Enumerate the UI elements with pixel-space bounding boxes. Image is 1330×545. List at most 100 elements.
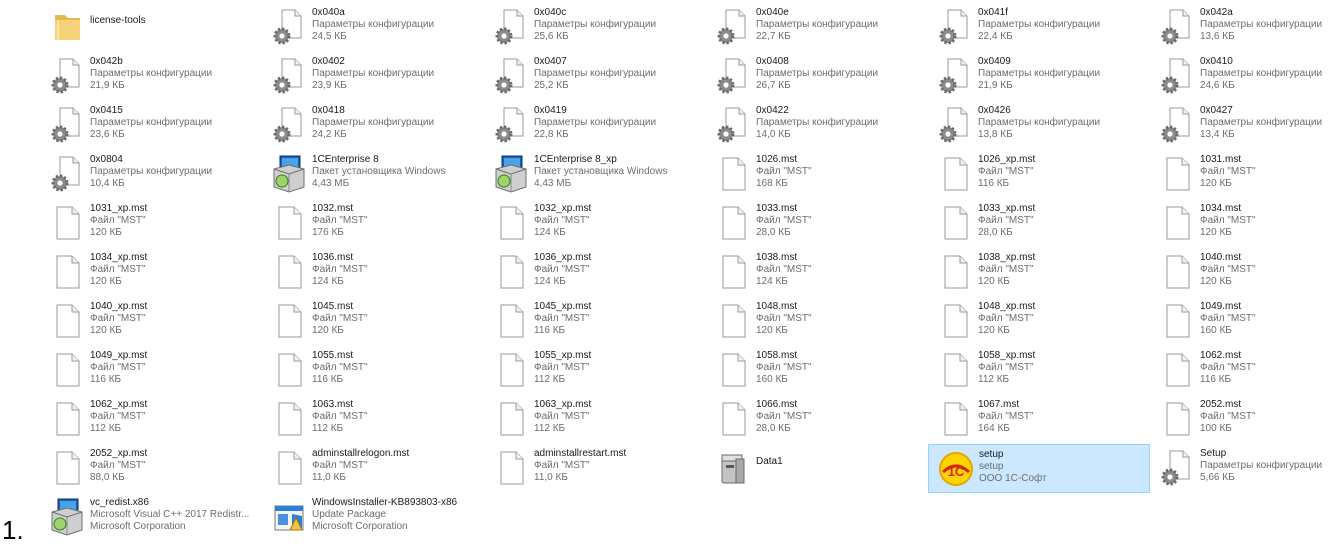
file-item-text: 1031_xp.mst Файл "MST" 120 КБ <box>90 203 258 239</box>
file-item-1033-xp-mst[interactable]: 1033_xp.mst Файл "MST" 28,0 КБ <box>928 199 1150 248</box>
file-item-1026-xp-mst[interactable]: 1026_xp.mst Файл "MST" 116 КБ <box>928 150 1150 199</box>
file-size: 112 КБ <box>534 423 566 434</box>
file-item-0x0415[interactable]: 0x0415 Параметры конфигурации 23,6 КБ <box>40 101 262 150</box>
file-item-vc-redist-x86[interactable]: vc_redist.x86 Microsoft Visual C++ 2017 R… <box>40 493 262 542</box>
config-file-icon <box>268 104 310 146</box>
file-item-0x0804[interactable]: 0x0804 Параметры конфигурации 10,4 КБ <box>40 150 262 199</box>
file-size: 120 КБ <box>1200 276 1232 287</box>
file-item-1centerprise-8-xp[interactable]: 1CEnterprise 8_xp Пакет установщика Windo… <box>484 150 706 199</box>
file-name: setup <box>979 449 1004 460</box>
file-item-0x0419[interactable]: 0x0419 Параметры конфигурации 22,8 КБ <box>484 101 706 150</box>
file-item-windowsinstaller-kb893803-x86[interactable]: WindowsInstaller-KB893803-x86 Update Pack… <box>262 493 484 542</box>
file-item-1031-xp-mst[interactable]: 1031_xp.mst Файл "MST" 120 КБ <box>40 199 262 248</box>
file-type: Параметры конфигурации <box>978 19 1101 30</box>
file-item-1063-xp-mst[interactable]: 1063_xp.mst Файл "MST" 112 КБ <box>484 395 706 444</box>
file-type: Параметры конфигурации <box>90 166 213 177</box>
folder-icon <box>46 6 88 48</box>
file-item-0x0402[interactable]: 0x0402 Параметры конфигурации 23,9 КБ <box>262 52 484 101</box>
file-item-0x040a[interactable]: 0x040a Параметры конфигурации 24,5 КБ <box>262 3 484 52</box>
file-item-1034-xp-mst[interactable]: 1034_xp.mst Файл "MST" 120 КБ <box>40 248 262 297</box>
file-item-0x0410[interactable]: 0x0410 Параметры конфигурации 24,6 КБ <box>1150 52 1330 101</box>
file-item-1031-mst[interactable]: 1031.mst Файл "MST" 120 КБ <box>1150 150 1330 199</box>
file-item-1048-mst[interactable]: 1048.mst Файл "MST" 120 КБ <box>706 297 928 346</box>
file-item-2052-xp-mst[interactable]: 2052_xp.mst Файл "MST" 88,0 КБ <box>40 444 262 493</box>
file-name: 1034.mst <box>1200 203 1242 214</box>
file-item-0x0407[interactable]: 0x0407 Параметры конфигурации 25,2 КБ <box>484 52 706 101</box>
file-item-adminstallrestart-mst[interactable]: adminstallrestart.mst Файл "MST" 11,0 КБ <box>484 444 706 493</box>
file-item-1034-mst[interactable]: 1034.mst Файл "MST" 120 КБ <box>1150 199 1330 248</box>
blank-file-icon <box>1156 349 1198 391</box>
file-size: 112 КБ <box>312 423 344 434</box>
file-item-0x0418[interactable]: 0x0418 Параметры конфигурации 24,2 КБ <box>262 101 484 150</box>
file-item-1045-mst[interactable]: 1045.mst Файл "MST" 120 КБ <box>262 297 484 346</box>
file-type: Update Package <box>312 509 386 520</box>
file-item-1062-mst[interactable]: 1062.mst Файл "MST" 116 КБ <box>1150 346 1330 395</box>
file-item-license-tools[interactable]: license-tools <box>40 3 262 52</box>
file-item-1033-mst[interactable]: 1033.mst Файл "MST" 28,0 КБ <box>706 199 928 248</box>
blank-file-icon <box>46 349 88 391</box>
file-item-1040-xp-mst[interactable]: 1040_xp.mst Файл "MST" 120 КБ <box>40 297 262 346</box>
config-file-icon <box>1156 447 1198 489</box>
file-item-1038-mst[interactable]: 1038.mst Файл "MST" 124 КБ <box>706 248 928 297</box>
file-item-0x040e[interactable]: 0x040e Параметры конфигурации 22,7 КБ <box>706 3 928 52</box>
file-item-adminstallrelogon-mst[interactable]: adminstallrelogon.mst Файл "MST" 11,0 КБ <box>262 444 484 493</box>
file-item-1048-xp-mst[interactable]: 1048_xp.mst Файл "MST" 120 КБ <box>928 297 1150 346</box>
file-item-setup[interactable]: Setup Параметры конфигурации 5,66 КБ <box>1150 444 1330 493</box>
file-item-1067-mst[interactable]: 1067.mst Файл "MST" 164 КБ <box>928 395 1150 444</box>
file-item-1036-mst[interactable]: 1036.mst Файл "MST" 124 КБ <box>262 248 484 297</box>
file-item-0x042a[interactable]: 0x042a Параметры конфигурации 13,6 КБ <box>1150 3 1330 52</box>
blank-file-icon <box>268 251 310 293</box>
file-item-1049-xp-mst[interactable]: 1049_xp.mst Файл "MST" 116 КБ <box>40 346 262 395</box>
file-item-1026-mst[interactable]: 1026.mst Файл "MST" 168 КБ <box>706 150 928 199</box>
file-item-0x0426[interactable]: 0x0426 Параметры конфигурации 13,8 КБ <box>928 101 1150 150</box>
file-item-1058-xp-mst[interactable]: 1058_xp.mst Файл "MST" 112 КБ <box>928 346 1150 395</box>
file-name: 0x042b <box>90 56 123 67</box>
file-item-1centerprise-8[interactable]: 1CEnterprise 8 Пакет установщика Windows 4… <box>262 150 484 199</box>
file-item-1063-mst[interactable]: 1063.mst Файл "MST" 112 КБ <box>262 395 484 444</box>
file-item-1049-mst[interactable]: 1049.mst Файл "MST" 160 КБ <box>1150 297 1330 346</box>
file-name: 0x0419 <box>534 105 567 116</box>
config-file-icon <box>268 55 310 97</box>
blank-file-icon <box>934 349 976 391</box>
file-item-text: 2052_xp.mst Файл "MST" 88,0 КБ <box>90 448 258 484</box>
file-item-0x040c[interactable]: 0x040c Параметры конфигурации 25,6 КБ <box>484 3 706 52</box>
file-item-0x0409[interactable]: 0x0409 Параметры конфигурации 21,9 КБ <box>928 52 1150 101</box>
file-item-0x041f[interactable]: 0x041f Параметры конфигурации 22,4 КБ <box>928 3 1150 52</box>
blank-file-icon <box>712 398 754 440</box>
file-size: 164 КБ <box>978 423 1010 434</box>
file-name: 0x040c <box>534 7 567 18</box>
file-item-0x0422[interactable]: 0x0422 Параметры конфигурации 14,0 КБ <box>706 101 928 150</box>
file-name: 0x041f <box>978 7 1009 18</box>
file-name: 1058_xp.mst <box>978 350 1036 361</box>
file-item-0x042b[interactable]: 0x042b Параметры конфигурации 21,9 КБ <box>40 52 262 101</box>
file-item-1038-xp-mst[interactable]: 1038_xp.mst Файл "MST" 120 КБ <box>928 248 1150 297</box>
file-grid: license-tools 0x040a Параметры конфигураци… <box>40 3 1330 542</box>
config-file-icon <box>268 6 310 48</box>
file-type: Пакет установщика Windows <box>534 166 668 177</box>
file-name: WindowsInstaller-KB893803-x86 <box>312 497 458 508</box>
file-type: Параметры конфигурации <box>534 68 657 79</box>
file-item-setup[interactable]: 1С setup setup ООО 1С-Софт <box>928 444 1150 493</box>
file-item-text: 0x0804 Параметры конфигурации 10,4 КБ <box>90 154 258 190</box>
file-item-1032-mst[interactable]: 1032.mst Файл "MST" 176 КБ <box>262 199 484 248</box>
file-name: 0x0408 <box>756 56 789 67</box>
file-item-0x0408[interactable]: 0x0408 Параметры конфигурации 26,7 КБ <box>706 52 928 101</box>
file-item-2052-mst[interactable]: 2052.mst Файл "MST" 100 КБ <box>1150 395 1330 444</box>
file-size: 112 КБ <box>534 374 566 385</box>
file-item-1032-xp-mst[interactable]: 1032_xp.mst Файл "MST" 124 КБ <box>484 199 706 248</box>
file-item-1055-mst[interactable]: 1055.mst Файл "MST" 116 КБ <box>262 346 484 395</box>
file-item-1045-xp-mst[interactable]: 1045_xp.mst Файл "MST" 116 КБ <box>484 297 706 346</box>
file-name: Setup <box>1200 448 1227 459</box>
file-type: Файл "MST" <box>534 313 590 324</box>
file-item-1036-xp-mst[interactable]: 1036_xp.mst Файл "MST" 124 КБ <box>484 248 706 297</box>
file-item-1062-xp-mst[interactable]: 1062_xp.mst Файл "MST" 112 КБ <box>40 395 262 444</box>
file-name: 0x0804 <box>90 154 123 165</box>
file-item-0x0427[interactable]: 0x0427 Параметры конфигурации 13,4 КБ <box>1150 101 1330 150</box>
file-item-1058-mst[interactable]: 1058.mst Файл "MST" 160 КБ <box>706 346 928 395</box>
file-item-1055-xp-mst[interactable]: 1055_xp.mst Файл "MST" 112 КБ <box>484 346 706 395</box>
file-item-text: vc_redist.x86 Microsoft Visual C++ 2017 R… <box>90 497 258 533</box>
file-item-data1[interactable]: Data1 <box>706 444 928 493</box>
file-item-1040-mst[interactable]: 1040.mst Файл "MST" 120 КБ <box>1150 248 1330 297</box>
file-item-1066-mst[interactable]: 1066.mst Файл "MST" 28,0 КБ <box>706 395 928 444</box>
file-item-text: 1036.mst Файл "MST" 124 КБ <box>312 252 480 288</box>
